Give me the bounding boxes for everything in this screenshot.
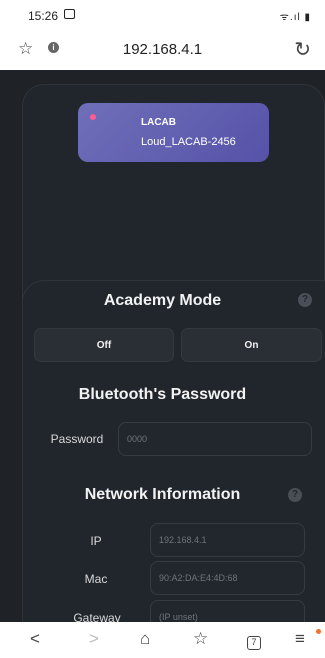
bluetooth-password-title: Bluetooth's Password: [78, 386, 247, 403]
device-id: Loud_LACAB-2456: [141, 136, 236, 148]
browser-bottom-bar: < > ⌂ ☆ 7 ≡: [0, 622, 325, 658]
browser-url-bar: ☆ i 192.168.4.1 ↻: [0, 28, 325, 70]
password-label: Password: [50, 432, 104, 446]
menu-icon[interactable]: ≡: [295, 629, 305, 649]
tabs-count-icon[interactable]: 7: [247, 636, 261, 650]
academy-help-icon[interactable]: ?: [298, 293, 312, 307]
signal-battery-icon: ᯤ.ıl ▮: [279, 12, 311, 23]
mac-field: 90:A2:DA:E4:4D:68: [150, 561, 305, 595]
status-bar: 15:26 ᯤ.ıl ▮: [0, 0, 325, 28]
academy-on-button[interactable]: On: [181, 328, 322, 362]
url-text[interactable]: 192.168.4.1: [0, 41, 325, 58]
mac-label: Mac: [84, 572, 108, 586]
gallery-icon: [64, 9, 75, 19]
ip-field: 192.168.4.1: [150, 523, 305, 557]
forward-icon[interactable]: >: [89, 629, 99, 649]
page-content: LACAB Loud_LACAB-2456 Academy Mode ? Off…: [0, 70, 325, 622]
academy-off-button[interactable]: Off: [34, 328, 174, 362]
device-tile[interactable]: LACAB Loud_LACAB-2456: [78, 103, 269, 162]
home-icon[interactable]: ⌂: [140, 629, 150, 649]
device-status-dot: [90, 114, 96, 120]
gateway-field: (IP unset): [150, 600, 305, 622]
device-name: LACAB: [141, 117, 176, 128]
network-info-title: Network Information: [84, 486, 241, 503]
password-input[interactable]: 0000: [118, 422, 312, 456]
ip-label: IP: [90, 534, 102, 548]
status-time: 15:26: [28, 9, 59, 23]
network-help-icon[interactable]: ?: [288, 488, 302, 502]
bookmarks-icon[interactable]: ☆: [193, 629, 208, 649]
gateway-label: Gateway: [73, 611, 121, 622]
academy-mode-title: Academy Mode: [103, 292, 222, 309]
menu-notification-dot: [316, 629, 321, 634]
back-icon[interactable]: <: [30, 629, 40, 649]
reload-icon[interactable]: ↻: [294, 37, 311, 62]
